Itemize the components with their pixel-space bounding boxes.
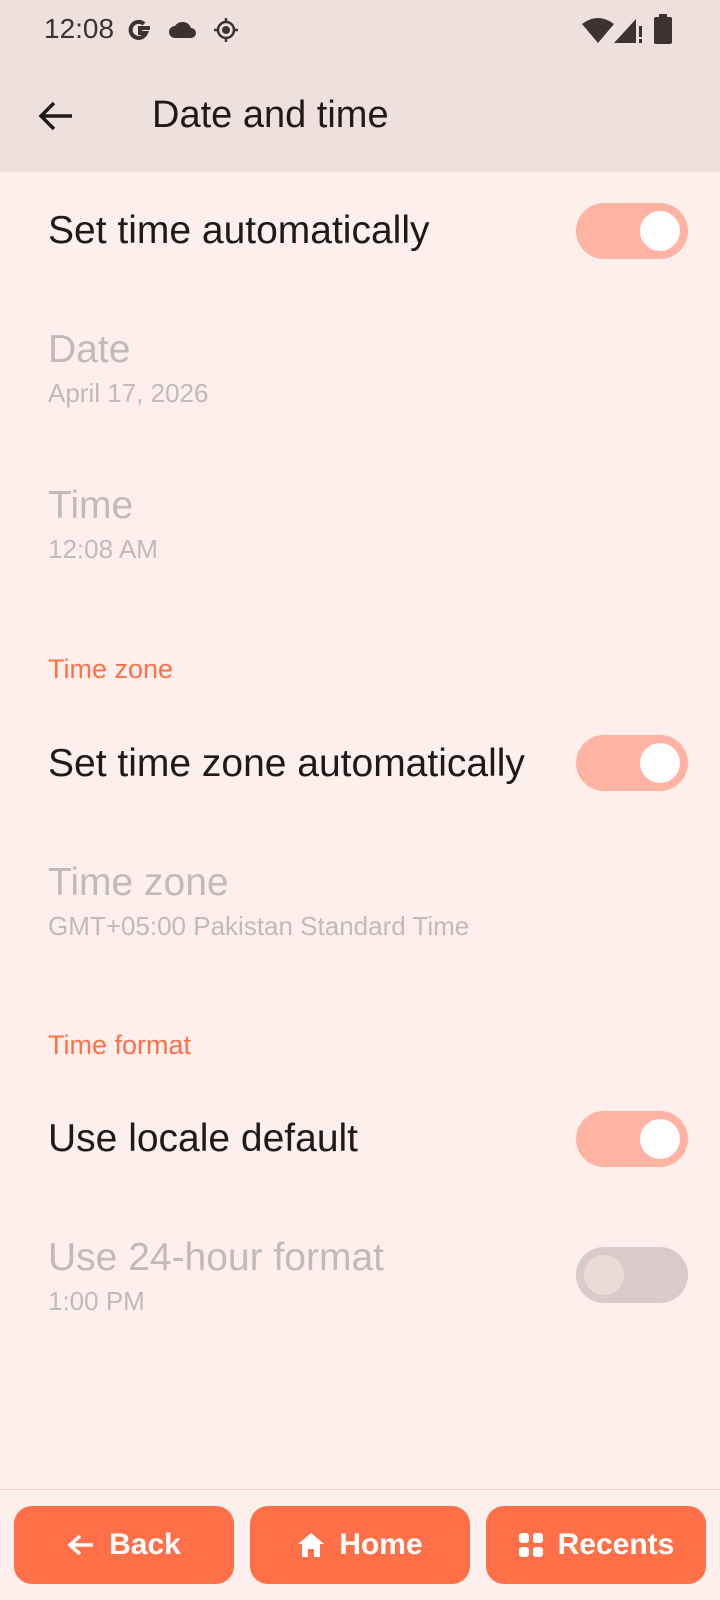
battery-icon — [654, 14, 672, 49]
home-button[interactable]: Home — [250, 1506, 470, 1584]
location-icon — [212, 16, 240, 49]
arrow-back-icon — [67, 1534, 94, 1556]
toggle-knob — [640, 211, 680, 251]
wifi-icon — [582, 16, 614, 49]
recents-button-label: Recents — [557, 1528, 675, 1561]
date-row: Date April 17, 2026 — [48, 328, 674, 409]
signal-icon — [614, 16, 644, 49]
cloud-icon — [168, 18, 198, 45]
back-button-label: Back — [109, 1528, 181, 1561]
time-format-section-header: Time format — [48, 1030, 192, 1060]
date-label: Date — [48, 328, 131, 371]
recents-button[interactable]: Recents — [486, 1506, 706, 1584]
status-time: 12:08 — [44, 13, 115, 44]
google-icon — [126, 14, 154, 49]
time-label: Time — [48, 484, 134, 527]
set-time-automatically-toggle[interactable] — [576, 203, 688, 259]
time-zone-section-header: Time zone — [48, 654, 174, 684]
toggle-knob — [584, 1255, 624, 1295]
use-24-hour-format-toggle — [576, 1247, 688, 1303]
toggle-knob — [640, 743, 680, 783]
use-locale-default-toggle[interactable] — [576, 1111, 688, 1167]
toggle-knob — [640, 1119, 680, 1159]
time-zone-row: Time zone GMT+05:00 Pakistan Standard Ti… — [48, 861, 674, 942]
home-icon — [298, 1533, 325, 1557]
bottom-nav-bar: Back Home Recents — [0, 1489, 720, 1600]
set-time-zone-automatically-toggle[interactable] — [576, 735, 688, 791]
status-bar: 12:08 — [0, 0, 720, 60]
arrow-back-icon — [38, 101, 72, 131]
time-row: Time 12:08 AM — [48, 484, 674, 565]
back-button[interactable]: Back — [14, 1506, 234, 1584]
date-value: April 17, 2026 — [48, 378, 209, 408]
time-value: 12:08 AM — [48, 534, 158, 564]
recents-icon — [518, 1533, 543, 1557]
home-button-label: Home — [339, 1528, 423, 1561]
back-arrow-button[interactable] — [30, 90, 82, 142]
page-title: Date and time — [152, 94, 389, 136]
time-zone-label: Time zone — [48, 861, 229, 904]
app-bar: Date and time — [0, 60, 720, 172]
time-zone-value: GMT+05:00 Pakistan Standard Time — [48, 911, 470, 941]
